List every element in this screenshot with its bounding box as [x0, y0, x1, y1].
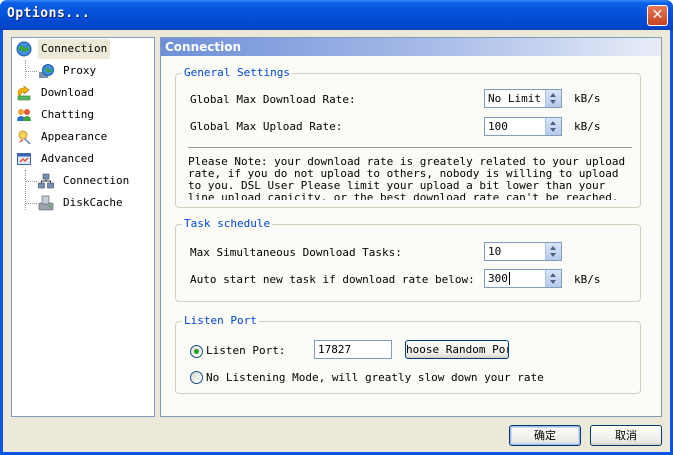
spin-down-icon — [550, 128, 556, 132]
upload-rate-value: 100 — [488, 120, 508, 133]
upload-rate-input[interactable]: 100 — [484, 117, 562, 136]
ok-button[interactable]: 确定 — [509, 425, 581, 446]
options-window: Options... ✕ Connection Proxy Download C… — [0, 0, 673, 455]
rate-note-text: Please Note: your download rate is great… — [188, 156, 626, 200]
proxy-globe-icon — [38, 63, 54, 79]
tree-connector — [25, 203, 37, 204]
upload-rate-label: Global Max Upload Rate: — [190, 120, 343, 133]
close-button[interactable]: ✕ — [647, 5, 668, 26]
auto-start-rate-input[interactable]: 300 — [484, 269, 562, 288]
auto-start-label: Auto start new task if download rate bel… — [190, 273, 475, 286]
dialog-client-area: Connection Proxy Download Chatting Appea… — [3, 30, 670, 452]
tree-connector — [25, 60, 26, 78]
max-tasks-label: Max Simultaneous Download Tasks: — [190, 246, 402, 259]
download-rate-spinner[interactable] — [545, 90, 561, 107]
sidebar-item-label: Chatting — [41, 108, 94, 121]
chat-users-icon — [16, 107, 32, 123]
title-bar[interactable]: Options... ✕ — [0, 0, 673, 30]
sidebar-item-label: Appearance — [41, 130, 108, 143]
download-icon — [16, 85, 32, 101]
sidebar-item-label: DiskCache — [63, 196, 123, 209]
advanced-icon — [16, 151, 32, 167]
globe-icon — [16, 41, 32, 57]
spin-up-icon — [550, 273, 556, 277]
sidebar-item-label: Connection — [38, 39, 111, 59]
sidebar-item-label: Advanced — [41, 152, 94, 165]
sidebar-item-label: Proxy — [63, 64, 97, 77]
choose-random-port-button[interactable]: hoose Random Por — [405, 340, 509, 359]
tree-connector — [25, 181, 37, 182]
spin-up-icon — [550, 93, 556, 97]
listen-port-group: Listen Port Listen Port: 17827 hoose Ran… — [175, 314, 641, 394]
sidebar-item-label: Download — [41, 86, 94, 99]
general-settings-legend: General Settings — [182, 66, 292, 80]
settings-panel: Connection General Settings Global Max D… — [160, 37, 662, 417]
disk-cache-icon — [38, 195, 54, 211]
download-rate-label: Global Max Download Rate: — [190, 93, 356, 106]
sidebar-item-connection[interactable]: Connection — [16, 39, 152, 59]
auto-start-rate-unit: kB/s — [574, 273, 601, 286]
tree-connector — [25, 170, 26, 210]
download-rate-unit: kB/s — [574, 92, 601, 105]
cancel-button[interactable]: 取消 — [590, 425, 662, 446]
listen-port-option-label[interactable]: Listen Port: — [206, 344, 285, 357]
download-rate-value: No Limit — [488, 92, 541, 105]
appearance-icon — [16, 129, 32, 145]
spin-down-icon — [550, 253, 556, 257]
listen-port-radio[interactable] — [190, 345, 203, 358]
window-title: Options... — [7, 6, 91, 21]
general-settings-group: General Settings Global Max Download Rat… — [175, 66, 641, 208]
task-schedule-legend: Task schedule — [182, 217, 273, 231]
sidebar-item-label: Connection — [63, 174, 130, 187]
spin-up-icon — [550, 246, 556, 250]
upload-rate-spinner[interactable] — [545, 118, 561, 135]
network-icon — [38, 173, 54, 189]
task-schedule-group: Task schedule Max Simultaneous Download … — [175, 217, 641, 302]
listen-port-legend: Listen Port — [182, 314, 259, 328]
auto-start-rate-spinner[interactable] — [545, 270, 561, 287]
spin-down-icon — [550, 100, 556, 104]
max-tasks-spinner[interactable] — [545, 243, 561, 260]
no-listening-option-label[interactable]: No Listening Mode, will greatly slow dow… — [206, 371, 544, 384]
upload-rate-unit: kB/s — [574, 120, 601, 133]
listen-port-input[interactable]: 17827 — [314, 340, 392, 359]
listen-port-value: 17827 — [318, 343, 352, 356]
no-listening-radio[interactable] — [190, 371, 203, 384]
tree-connector — [25, 71, 37, 72]
max-tasks-value: 10 — [488, 245, 502, 258]
max-tasks-input[interactable]: 10 — [484, 242, 562, 261]
group-separator — [188, 147, 632, 149]
text-caret — [508, 272, 510, 285]
close-icon: ✕ — [651, 7, 664, 23]
auto-start-rate-value: 300 — [488, 272, 508, 285]
spin-up-icon — [550, 121, 556, 125]
options-tree[interactable]: Connection Proxy Download Chatting Appea… — [11, 37, 155, 417]
download-rate-input[interactable]: No Limit — [484, 89, 562, 108]
spin-down-icon — [550, 280, 556, 284]
panel-title: Connection — [161, 38, 661, 56]
